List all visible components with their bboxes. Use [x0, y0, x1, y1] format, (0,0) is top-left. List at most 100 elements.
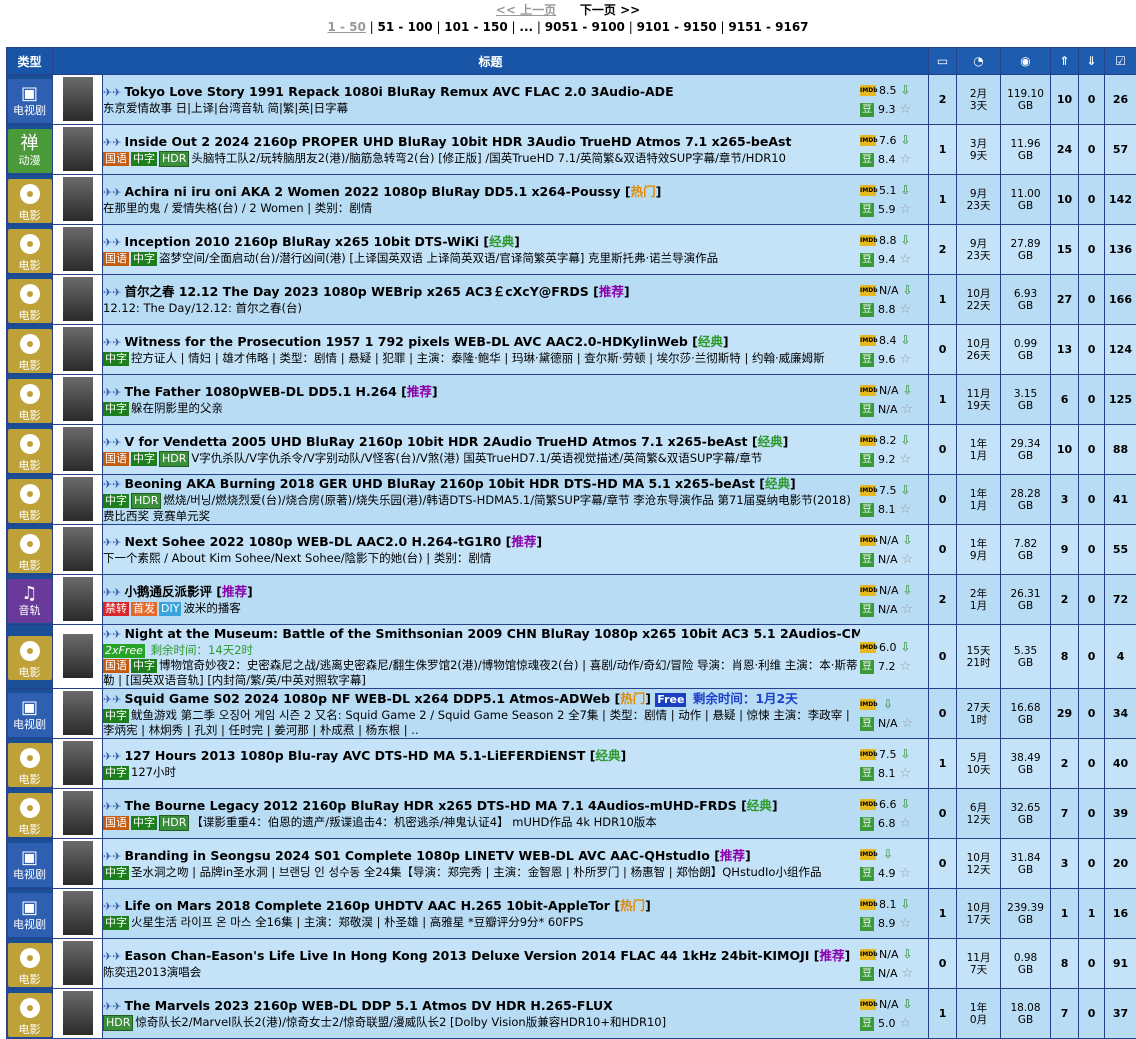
poster-image[interactable]: [63, 327, 93, 371]
torrent-title-link[interactable]: Beoning AKA Burning 2018 GER UHD BluRay …: [124, 476, 754, 491]
table-row[interactable]: ▣ 电视剧 ✈✈Branding in Seongsu 2024 S01 Com…: [7, 839, 1136, 889]
comments-count[interactable]: 0: [929, 689, 957, 739]
category-cell[interactable]: 禅 动漫: [7, 125, 53, 175]
seeders-count[interactable]: 10: [1051, 425, 1079, 475]
seeders-count[interactable]: 13: [1051, 325, 1079, 375]
bookmark-star-icon[interactable]: ☆: [900, 352, 912, 367]
poster-image[interactable]: [63, 941, 93, 985]
torrent-title-link[interactable]: The Bourne Legacy 2012 2160p BluRay HDR …: [124, 798, 736, 813]
header-title[interactable]: 标题: [53, 48, 929, 75]
torrent-title-link[interactable]: Night at the Museum: Battle of the Smith…: [124, 626, 860, 641]
completed-count[interactable]: 34: [1105, 689, 1136, 739]
comments-count[interactable]: 0: [929, 475, 957, 525]
category-cell[interactable]: ▣ 电视剧: [7, 839, 53, 889]
comments-count[interactable]: 1: [929, 125, 957, 175]
download-icon[interactable]: ⇩: [901, 433, 911, 447]
completed-count[interactable]: 26: [1105, 75, 1136, 125]
table-row[interactable]: 电影 ✈✈Witness for the Prosecution 1957 1 …: [7, 325, 1136, 375]
download-icon[interactable]: ⇩: [901, 483, 911, 497]
torrent-title-link[interactable]: Achira ni iru oni AKA 2 Women 2022 1080p…: [124, 184, 620, 199]
completed-count[interactable]: 88: [1105, 425, 1136, 475]
bookmark-star-icon[interactable]: ☆: [901, 602, 913, 617]
download-icon[interactable]: ⇩: [901, 640, 911, 654]
bookmark-star-icon[interactable]: ☆: [900, 102, 912, 117]
leechers-count[interactable]: 0: [1079, 739, 1105, 789]
download-icon[interactable]: ⇩: [902, 283, 912, 297]
prev-page-link[interactable]: << 上一页: [496, 3, 556, 17]
completed-count[interactable]: 16: [1105, 889, 1136, 939]
leechers-count[interactable]: 0: [1079, 225, 1105, 275]
category-badge[interactable]: ▣ 电视剧: [8, 693, 52, 737]
bookmark-star-icon[interactable]: ☆: [900, 916, 912, 931]
seeders-icon[interactable]: ⇑: [1051, 48, 1079, 75]
page-link[interactable]: 51 - 100: [378, 20, 433, 34]
download-icon[interactable]: ⇩: [902, 997, 912, 1011]
table-row[interactable]: 电影 ✈✈Achira ni iru oni AKA 2 Women 2022 …: [7, 175, 1136, 225]
leechers-count[interactable]: 0: [1079, 125, 1105, 175]
torrent-title-link[interactable]: The Father 1080pWEB-DL DD5.1 H.264: [124, 384, 396, 399]
leechers-count[interactable]: 0: [1079, 425, 1105, 475]
comments-count[interactable]: 0: [929, 325, 957, 375]
next-page-link[interactable]: 下一页 >>: [580, 3, 640, 17]
leechers-count[interactable]: 0: [1079, 625, 1105, 689]
bookmark-star-icon[interactable]: ☆: [901, 402, 913, 417]
completed-count[interactable]: 20: [1105, 839, 1136, 889]
category-badge[interactable]: 电影: [8, 179, 52, 223]
category-cell[interactable]: 电影: [7, 375, 53, 425]
leechers-count[interactable]: 0: [1079, 475, 1105, 525]
poster-image[interactable]: [63, 77, 93, 121]
page-link[interactable]: 9051 - 9100: [545, 20, 625, 34]
seeders-count[interactable]: 9: [1051, 525, 1079, 575]
category-cell[interactable]: 电影: [7, 989, 53, 1039]
page-link[interactable]: ...: [519, 20, 533, 34]
page-link[interactable]: 101 - 150: [444, 20, 507, 34]
seeders-count[interactable]: 6: [1051, 375, 1079, 425]
leechers-count[interactable]: 0: [1079, 75, 1105, 125]
poster-image[interactable]: [63, 841, 93, 885]
comments-count[interactable]: 0: [929, 625, 957, 689]
category-badge[interactable]: 电影: [8, 793, 52, 837]
comments-count[interactable]: 2: [929, 75, 957, 125]
bookmark-star-icon[interactable]: ☆: [900, 502, 912, 517]
poster-image[interactable]: [63, 741, 93, 785]
bookmark-star-icon[interactable]: ☆: [900, 302, 912, 317]
completed-count[interactable]: 125: [1105, 375, 1136, 425]
category-badge[interactable]: 电影: [8, 636, 52, 680]
leechers-icon[interactable]: ⇓: [1079, 48, 1105, 75]
category-cell[interactable]: 电影: [7, 475, 53, 525]
seeders-count[interactable]: 3: [1051, 475, 1079, 525]
leechers-count[interactable]: 0: [1079, 789, 1105, 839]
poster-image[interactable]: [63, 527, 93, 571]
category-cell[interactable]: ▣ 电视剧: [7, 889, 53, 939]
torrent-title-link[interactable]: Life on Mars 2018 Complete 2160p UHDTV A…: [124, 898, 610, 913]
download-icon[interactable]: ⇩: [901, 747, 911, 761]
seeders-count[interactable]: 2: [1051, 739, 1079, 789]
category-badge[interactable]: 电影: [8, 379, 52, 423]
completed-count[interactable]: 72: [1105, 575, 1136, 625]
comments-icon[interactable]: ▭: [929, 48, 957, 75]
table-row[interactable]: ♫ 音轨 ✈✈小鹅通反派影评 [推荐] 禁转首发DIY波米的播客 IMDbN/A…: [7, 575, 1136, 625]
download-icon[interactable]: ⇩: [901, 333, 911, 347]
bookmark-star-icon[interactable]: ☆: [901, 716, 913, 731]
table-row[interactable]: 电影 ✈✈Night at the Museum: Battle of the …: [7, 625, 1136, 689]
category-cell[interactable]: ▣ 电视剧: [7, 75, 53, 125]
category-badge[interactable]: 电影: [8, 943, 52, 987]
comments-count[interactable]: 0: [929, 939, 957, 989]
bookmark-star-icon[interactable]: ☆: [900, 1016, 912, 1031]
category-badge[interactable]: 电影: [8, 229, 52, 273]
comments-count[interactable]: 1: [929, 989, 957, 1039]
torrent-title-link[interactable]: Eason Chan-Eason's Life Live In Hong Kon…: [124, 948, 809, 963]
category-cell[interactable]: 电影: [7, 789, 53, 839]
completed-count[interactable]: 55: [1105, 525, 1136, 575]
poster-image[interactable]: [63, 427, 93, 471]
completed-count[interactable]: 39: [1105, 789, 1136, 839]
torrent-title-link[interactable]: The Marvels 2023 2160p WEB-DL DDP 5.1 At…: [124, 998, 612, 1013]
category-badge[interactable]: 电影: [8, 743, 52, 787]
bookmark-star-icon[interactable]: ☆: [900, 252, 912, 267]
torrent-title-link[interactable]: Witness for the Prosecution 1957 1 792 p…: [124, 334, 687, 349]
seeders-count[interactable]: 8: [1051, 939, 1079, 989]
torrent-title-link[interactable]: 首尔之春 12.12 The Day 2023 1080p WEBrip x26…: [124, 284, 588, 299]
page-link[interactable]: 9101 - 9150: [637, 20, 717, 34]
table-row[interactable]: 电影 ✈✈V for Vendetta 2005 UHD BluRay 2160…: [7, 425, 1136, 475]
download-icon[interactable]: ⇩: [901, 83, 911, 97]
